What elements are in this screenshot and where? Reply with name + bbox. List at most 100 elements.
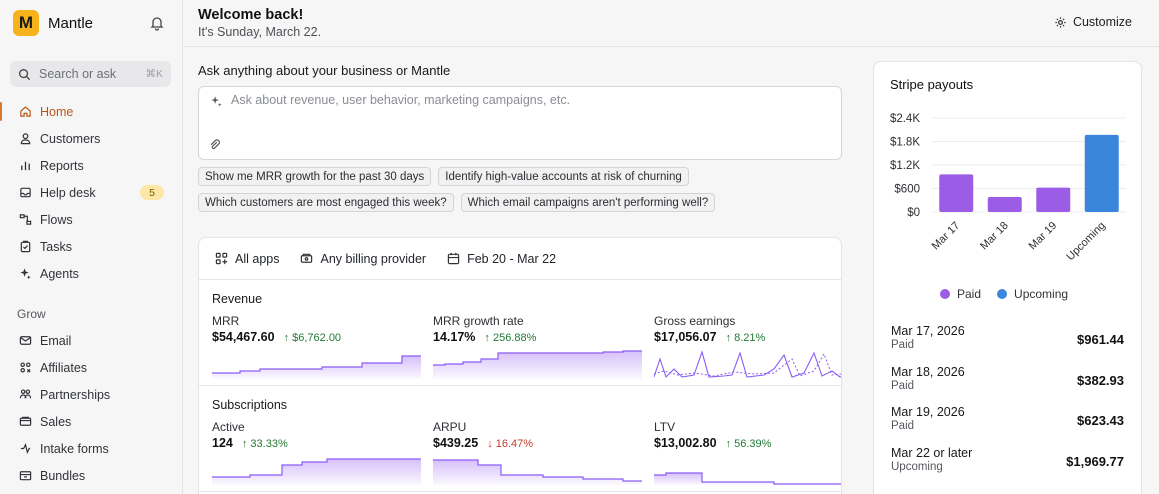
- metric-mrr[interactable]: MRR $54,467.60 ↑ $6,762.00: [212, 314, 421, 379]
- sales-icon: [19, 416, 32, 426]
- x-tick-label: Mar 18: [978, 220, 1011, 253]
- suggestion-chip[interactable]: Which email campaigns aren't performing …: [460, 193, 716, 212]
- brand[interactable]: M Mantle: [13, 10, 93, 36]
- sidebar-item-label: Email: [40, 333, 72, 348]
- payout-amount: $623.43: [1077, 413, 1124, 428]
- form-icon: [20, 443, 31, 454]
- y-tick-label: $0: [907, 207, 920, 219]
- home-icon: [20, 106, 31, 117]
- metric-gross-earnings[interactable]: Gross earnings $17,056.07 ↑ 8.21%: [654, 314, 841, 379]
- payout-row[interactable]: Mar 19, 2026 Paid $623.43: [891, 405, 1124, 446]
- section-title: Revenue: [212, 292, 263, 306]
- main-nav: Home Customers Reports Help desk 5 Flows…: [0, 98, 183, 287]
- suggestion-chips: Show me MRR growth for the past 30 days …: [198, 167, 848, 219]
- sidebar-item-tasks[interactable]: Tasks: [0, 233, 183, 260]
- inbox-icon: [20, 187, 31, 198]
- gross-earnings-sparkline: [654, 350, 841, 379]
- metric-change: ↑ 8.21%: [725, 332, 766, 344]
- stripe-payouts-card: Stripe payouts $2.4K $1.8K $1.2K $600 $0 Mar …: [873, 61, 1142, 494]
- bar: [939, 174, 974, 212]
- metric-change: ↓ 16.47%: [487, 438, 534, 450]
- app-logo: M: [13, 10, 39, 36]
- customize-button[interactable]: Customize: [1054, 15, 1132, 29]
- arpu-sparkline: [433, 459, 642, 485]
- sidebar-item-label: Affiliates: [40, 360, 88, 375]
- clipboard-icon: [20, 240, 31, 253]
- payout-row[interactable]: Mar 22 or later Upcoming $1,969.77: [891, 446, 1124, 487]
- sidebar-item-reports[interactable]: Reports: [0, 152, 183, 179]
- metric-mrr-growth-rate[interactable]: MRR growth rate 14.17% ↑ 256.88%: [433, 314, 642, 379]
- sidebar-item-sales[interactable]: Sales: [0, 408, 183, 435]
- sidebar-item-intake-forms[interactable]: Intake forms: [0, 435, 183, 462]
- metric-value: $439.25: [433, 436, 479, 450]
- legend-label: Upcoming: [1014, 287, 1069, 301]
- sidebar-item-label: Home: [40, 104, 74, 119]
- flow-icon: [19, 214, 32, 225]
- sidebar-item-home[interactable]: Home: [0, 98, 183, 125]
- customize-label: Customize: [1072, 15, 1132, 29]
- apps-filter[interactable]: All apps: [215, 252, 279, 266]
- metric-active[interactable]: Active 124 ↑ 33.33%: [212, 420, 421, 485]
- search-input[interactable]: Search or ask ⌘K: [10, 61, 171, 87]
- mrr-sparkline: [212, 355, 421, 379]
- legend-item-paid: Paid: [940, 287, 981, 301]
- help-desk-count-badge: 5: [140, 185, 164, 200]
- y-tick-label: $1.2K: [890, 160, 920, 172]
- x-tick-label: Upcoming: [1064, 220, 1108, 264]
- sparkle-icon: [20, 268, 31, 280]
- metric-name: MRR growth rate: [433, 314, 524, 328]
- sidebar-item-help-desk[interactable]: Help desk 5: [0, 179, 183, 206]
- billing-provider-filter[interactable]: Any billing provider: [300, 252, 426, 266]
- sparkle-icon: [211, 96, 222, 107]
- ask-title: Ask anything about your business or Mant…: [198, 63, 451, 78]
- grow-nav: Email Affiliates Partnerships Sales Inta…: [0, 327, 183, 489]
- stripe-card-title: Stripe payouts: [890, 77, 974, 92]
- ask-placeholder: Ask about revenue, user behavior, market…: [231, 93, 571, 107]
- sidebar-item-label: Flows: [40, 212, 73, 227]
- search-icon: [19, 68, 31, 80]
- bell-icon[interactable]: [149, 15, 165, 31]
- mail-icon: [19, 336, 32, 345]
- paperclip-icon[interactable]: [208, 138, 221, 151]
- sidebar-item-label: Help desk: [40, 185, 96, 200]
- metric-name: LTV: [654, 420, 676, 434]
- billing-filter-label: Any billing provider: [320, 251, 427, 266]
- gear-icon: [1055, 16, 1066, 28]
- billing-icon: [301, 253, 313, 263]
- sidebar: M Mantle Search or ask ⌘K Home Customers…: [0, 0, 183, 494]
- metric-value: $54,467.60: [212, 330, 275, 344]
- filter-bar: All apps Any billing provider Feb 20 - M…: [199, 238, 841, 280]
- subscriptions-section: Subscriptions Active 124 ↑ 33.33% ARPU $4…: [199, 386, 841, 492]
- suggestion-chip[interactable]: Show me MRR growth for the past 30 days: [198, 167, 432, 186]
- y-tick-label: $2.4K: [890, 113, 920, 125]
- sidebar-item-email[interactable]: Email: [0, 327, 183, 354]
- metric-ltv[interactable]: LTV $13,002.80 ↑ 56.39%: [654, 420, 841, 485]
- payout-amount: $961.44: [1077, 332, 1124, 347]
- payout-row[interactable]: Mar 18, 2026 Paid $382.93: [891, 365, 1124, 406]
- suggestion-chip[interactable]: Identify high-value accounts at risk of …: [438, 167, 689, 186]
- sidebar-item-partnerships[interactable]: Partnerships: [0, 381, 183, 408]
- sidebar-item-label: Intake forms: [40, 441, 109, 456]
- sidebar-item-bundles[interactable]: Bundles: [0, 462, 183, 489]
- metric-change: ↑ $6,762.00: [283, 332, 342, 344]
- metric-value: $13,002.80: [654, 436, 717, 450]
- date-range-label: Feb 20 - Mar 22: [467, 251, 557, 266]
- y-tick-label: $600: [894, 184, 920, 196]
- sidebar-item-customers[interactable]: Customers: [0, 125, 183, 152]
- metric-change: ↑ 33.33%: [241, 438, 288, 450]
- sidebar-item-agents[interactable]: Agents: [0, 260, 183, 287]
- legend-dot-upcoming: [997, 289, 1008, 299]
- legend-item-upcoming: Upcoming: [997, 287, 1068, 301]
- revenue-section: Revenue MRR $54,467.60 ↑ $6,762.00 MRR gr…: [199, 280, 841, 386]
- ask-input[interactable]: Ask about revenue, user behavior, market…: [198, 86, 842, 160]
- payout-row[interactable]: Mar 17, 2026 Paid $961.44: [891, 324, 1124, 365]
- suggestion-chip[interactable]: Which customers are most engaged this we…: [198, 193, 454, 212]
- metric-name: Gross earnings: [654, 314, 736, 328]
- sidebar-item-label: Customers: [40, 131, 101, 146]
- sidebar-item-affiliates[interactable]: Affiliates: [0, 354, 183, 381]
- metric-arpu[interactable]: ARPU $439.25 ↓ 16.47%: [433, 420, 642, 485]
- mrr-growth-sparkline: [433, 350, 642, 379]
- page-header: Welcome back! It's Sunday, March 22. Cus…: [184, 0, 1159, 47]
- date-range-filter[interactable]: Feb 20 - Mar 22: [447, 252, 556, 266]
- sidebar-item-flows[interactable]: Flows: [0, 206, 183, 233]
